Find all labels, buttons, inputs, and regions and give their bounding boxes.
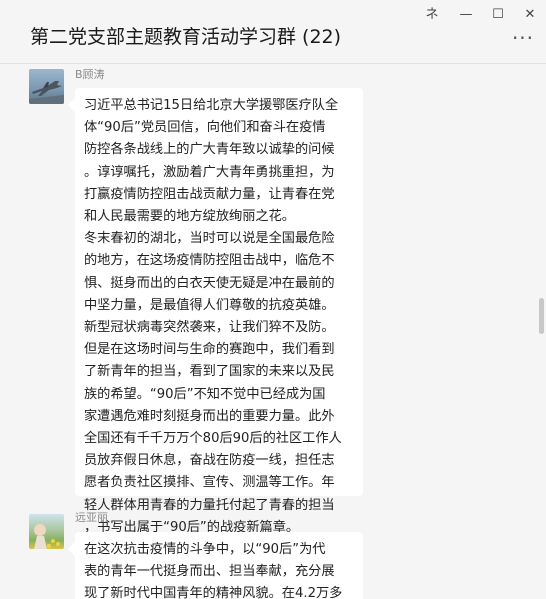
message-bubble[interactable]: 在这次抗击疫情的斗争中，以“90后”为代 表的青年一代挺身而出、担当奉献，充分展… bbox=[75, 532, 363, 599]
chat-title: 第二党支部主题教育活动学习群 (22) bbox=[30, 26, 342, 48]
message-bubble[interactable]: 习近平总书记15日给北京大学援鄂医疗队全 体“90后”党员回信，向他们和奋斗在疫… bbox=[75, 88, 363, 535]
message-line: 体“90后”党员回信，向他们和奋斗在疫情 bbox=[84, 120, 326, 136]
message-line: 家遭遇危难时刻挺身而出的重要力量。此外 bbox=[84, 408, 335, 424]
message-line: 中坚力量，是最值得人们尊敬的抗疫英雄。 bbox=[84, 297, 335, 313]
chat-message-list[interactable]: B顾涛 习近平总书记15日给北京大学援鄂医疗队全 体“90后”党员回信，向他们和… bbox=[0, 64, 546, 599]
title-bar: 第二党支部主题教育活动学习群 (22) ネ — ☐ ✕ ··· bbox=[0, 0, 546, 64]
close-icon[interactable]: ✕ bbox=[516, 3, 544, 25]
message-line: 现了新时代中国青年的精神风貌。在4.2万多 bbox=[84, 586, 343, 599]
maximize-icon[interactable]: ☐ bbox=[484, 3, 512, 25]
message-line: 惧、挺身而出的白衣天使无疑是冲在最前的 bbox=[84, 275, 335, 291]
message-line: 习近平总书记15日给北京大学援鄂医疗队全 bbox=[84, 98, 339, 113]
message-line: 。谆谆嘱托，激励着广大青年勇挑重担，为 bbox=[84, 164, 335, 180]
sender-name: 远亚丽 bbox=[75, 511, 108, 524]
message-line: 族的希望。“90后”不知不觉中已经成为国 bbox=[84, 386, 326, 402]
flower-field-avatar[interactable] bbox=[29, 514, 64, 549]
message-line: 全国还有千千万万个80后90后的社区工作人 bbox=[84, 431, 342, 447]
message-line: 在这次抗击疫情的斗争中，以“90后”为代 bbox=[84, 542, 326, 557]
message-line: 和人民最需要的地方绽放绚丽之花。 bbox=[84, 209, 295, 225]
message-line: 了新青年的担当，看到了国家的未来以及民 bbox=[84, 364, 335, 380]
message-line: 新型冠状病毒突然袭来，让我们猝不及防。 bbox=[84, 320, 335, 336]
sender-name: B顾涛 bbox=[75, 68, 105, 81]
message-line: 轻人群体用青春的力量托付起了青春的担当 bbox=[84, 497, 335, 513]
message-line: 但是在这场时间与生命的赛跑中，我们看到 bbox=[84, 342, 335, 358]
message-line: 防控各条战线上的广大青年致以诚挚的问候 bbox=[84, 142, 335, 158]
message-line: 表的青年一代挺身而出、担当奉献，充分展 bbox=[84, 564, 335, 580]
scrollbar-thumb[interactable] bbox=[539, 298, 544, 334]
message-line: 打赢疫情防控阻击战贡献力量，让青春在党 bbox=[84, 186, 335, 202]
pin-icon[interactable]: ネ bbox=[418, 3, 446, 25]
message-line: 员放弃假日休息，奋战在防疫一线，担任志 bbox=[84, 453, 335, 469]
message-line: 冬末春初的湖北，当时可以说是全国最危险 bbox=[84, 231, 335, 247]
message-line: 愿者负责社区摸排、宣传、测温等工作。年 bbox=[84, 475, 335, 491]
minimize-icon[interactable]: — bbox=[452, 3, 480, 25]
fighter-jet-avatar[interactable] bbox=[29, 69, 64, 104]
message-line: 的地方，在这场疫情防控阻击战中，临危不 bbox=[84, 253, 335, 269]
more-options-icon[interactable]: ··· bbox=[510, 26, 536, 50]
